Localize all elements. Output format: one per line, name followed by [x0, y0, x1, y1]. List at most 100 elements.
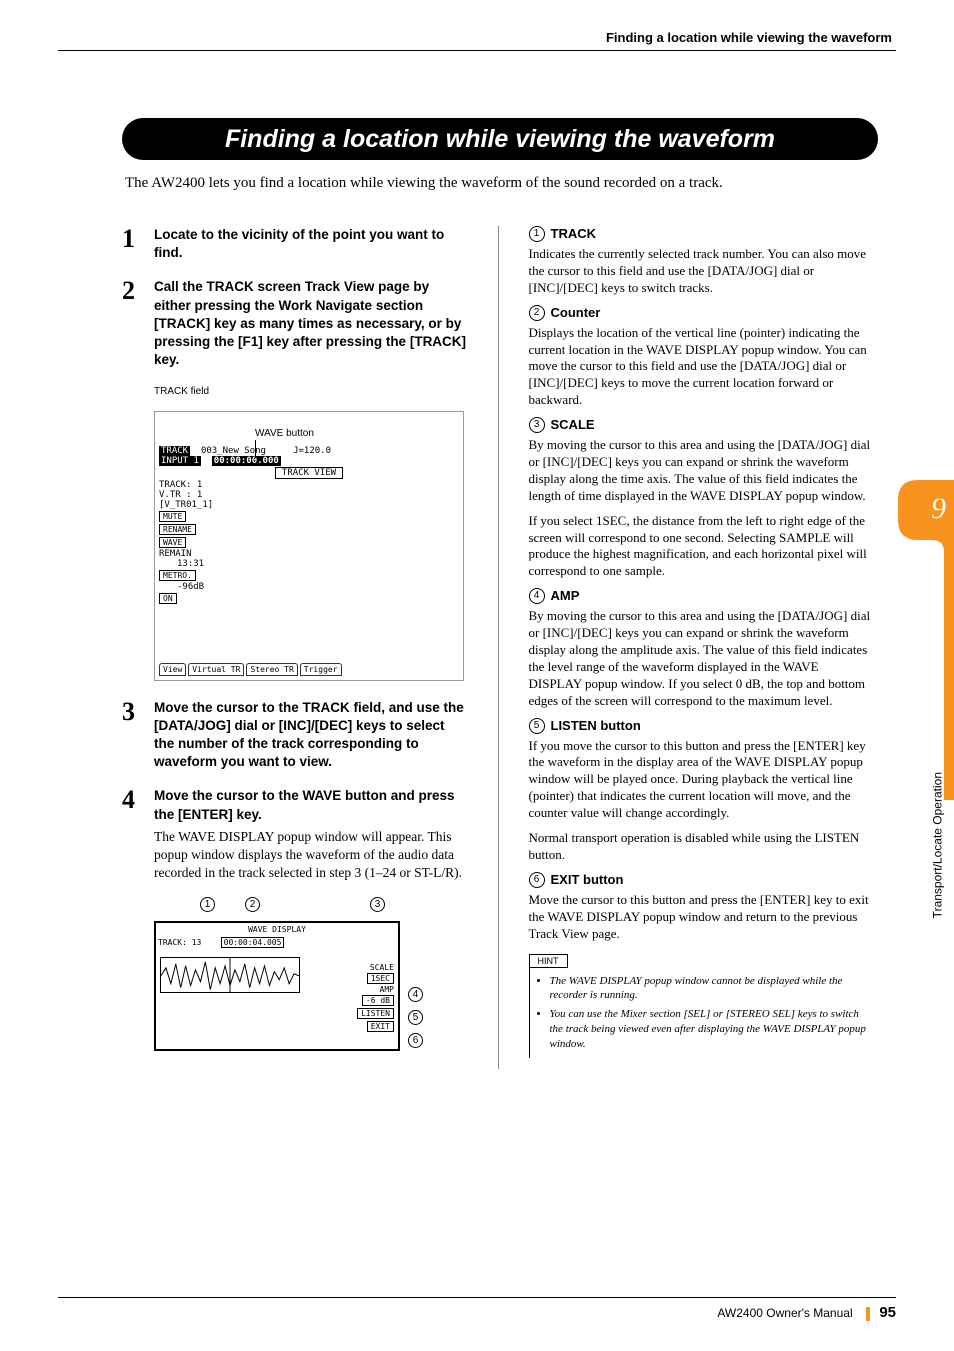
hint-box: HINT The WAVE DISPLAY popup window canno…: [529, 951, 875, 1058]
chapter-text: Transport/Locate Operation: [930, 772, 944, 918]
callout-6: 6: [408, 1033, 423, 1048]
tab-stereo-tr: Stereo TR: [246, 663, 297, 676]
tab-virtual-tr: Virtual TR: [188, 663, 244, 676]
scale-value: 1SEC: [367, 973, 394, 984]
item-number: 4: [529, 588, 545, 604]
left-column: 1 Locate to the vicinity of the point yo…: [122, 226, 468, 1069]
step-number: 2: [122, 278, 144, 369]
db-readout: -96dB: [177, 582, 459, 592]
item-1: 1 TRACK: [529, 226, 875, 242]
item-number: 5: [529, 718, 545, 734]
tab-trigger: Trigger: [300, 663, 342, 676]
metro-button: METRO.: [159, 570, 196, 581]
item-title: TRACK: [551, 226, 597, 242]
vtr-name: [V_TR01_1]: [159, 500, 459, 510]
intro-text: The AW2400 lets you find a location whil…: [125, 173, 874, 193]
step-heading: Move the cursor to the TRACK field, and …: [154, 699, 468, 772]
section-title-bar: Finding a location while viewing the wav…: [122, 118, 878, 160]
page-number: 95: [879, 1304, 896, 1321]
footer-accent: [866, 1307, 870, 1321]
remain-time: 13:31: [177, 559, 459, 569]
waveform-area: [160, 957, 300, 993]
item-title: EXIT button: [551, 872, 624, 888]
listen-button: LISTEN: [357, 1008, 394, 1019]
item-3: 3 SCALE: [529, 417, 875, 433]
wave-display-figure: 1 2 3 4 5 6 WAVE DISPLAY TRACK: 13 00:00…: [154, 899, 454, 1069]
item-title: Counter: [551, 305, 601, 321]
step-number: 3: [122, 699, 144, 772]
item-body: Indicates the currently selected track n…: [529, 246, 875, 297]
step-1: 1 Locate to the vicinity of the point yo…: [122, 226, 468, 262]
popup-title: WAVE DISPLAY: [248, 925, 306, 934]
section-title: Finding a location while viewing the wav…: [225, 125, 775, 154]
manual-name: AW2400 Owner's Manual: [717, 1306, 852, 1320]
remain-label: REMAIN: [159, 549, 459, 559]
wave-button: WAVE: [159, 537, 186, 548]
callout-3: 3: [370, 897, 385, 912]
on-button: ON: [159, 593, 177, 604]
item-2: 2 Counter: [529, 305, 875, 321]
input-box: INPUT 1: [159, 456, 201, 466]
callout-line: [255, 440, 256, 458]
track-field: TRACK: 1: [159, 480, 459, 490]
wave-button-label: WAVE button: [255, 428, 314, 439]
header-rule: [58, 50, 896, 51]
amp-value: -6 dB: [362, 995, 394, 1006]
item-number: 2: [529, 305, 545, 321]
scale-label: SCALE: [357, 963, 394, 972]
step-body: The WAVE DISPLAY popup window will appea…: [154, 828, 468, 883]
footer: AW2400 Owner's Manual 95: [58, 1297, 896, 1321]
popup-track: TRACK: 13: [158, 938, 201, 947]
track-field-label: TRACK field: [154, 386, 468, 397]
item-body: If you move the cursor to this button an…: [529, 738, 875, 822]
item-body: By moving the cursor to this area and us…: [529, 608, 875, 709]
track-title-box: TRACK: [159, 446, 190, 456]
step-2: 2 Call the TRACK screen Track View page …: [122, 278, 468, 369]
item-title: SCALE: [551, 417, 595, 433]
item-body: Move the cursor to this button and press…: [529, 892, 875, 943]
step-3: 3 Move the cursor to the TRACK field, an…: [122, 699, 468, 772]
vtr-field: V.TR : 1: [159, 490, 459, 500]
item-number: 1: [529, 226, 545, 242]
item-body: Displays the location of the vertical li…: [529, 325, 875, 409]
hint-item: You can use the Mixer section [SEL] or […: [550, 1007, 869, 1052]
item-number: 3: [529, 417, 545, 433]
callout-5: 5: [408, 1010, 423, 1025]
item-6: 6 EXIT button: [529, 872, 875, 888]
item-body: Normal transport operation is disabled w…: [529, 830, 875, 864]
counter: 00:00:00.000: [212, 456, 281, 466]
exit-button: EXIT: [367, 1021, 394, 1032]
chapter-number: 9: [931, 492, 946, 526]
right-column: 1 TRACK Indicates the currently selected…: [529, 226, 875, 1069]
mute-button: MUTE: [159, 511, 186, 522]
step-heading: Move the cursor to the WAVE button and p…: [154, 787, 468, 823]
callout-4: 4: [408, 987, 423, 1002]
item-number: 6: [529, 872, 545, 888]
step-heading: Call the TRACK screen Track View page by…: [154, 278, 468, 369]
column-divider: [498, 226, 499, 1069]
item-body: If you select 1SEC, the distance from th…: [529, 513, 875, 581]
callout-1: 1: [200, 897, 215, 912]
track-view-screenshot: WAVE button TRACK 003_New Song J=120.0 I…: [154, 411, 464, 681]
running-header: Finding a location while viewing the wav…: [606, 30, 892, 45]
section-label: TRACK VIEW: [275, 467, 343, 479]
hint-label: HINT: [529, 954, 568, 968]
hint-item: The WAVE DISPLAY popup window cannot be …: [550, 974, 869, 1004]
item-4: 4 AMP: [529, 588, 875, 604]
wave-display-popup: WAVE DISPLAY TRACK: 13 00:00:04.005 SCAL…: [154, 921, 400, 1051]
step-4: 4 Move the cursor to the WAVE button and…: [122, 787, 468, 882]
tab-view: View: [159, 663, 186, 676]
item-body: By moving the cursor to this area and us…: [529, 437, 875, 505]
rename-button: RENAME: [159, 524, 196, 535]
step-heading: Locate to the vicinity of the point you …: [154, 226, 468, 262]
step-number: 1: [122, 226, 144, 262]
item-title: AMP: [551, 588, 580, 604]
song-name: 003_New Song: [201, 446, 266, 456]
popup-counter: 00:00:04.005: [221, 937, 285, 948]
callout-2: 2: [245, 897, 260, 912]
chapter-tab: 9 Transport/Locate Operation: [898, 480, 954, 800]
step-number: 4: [122, 787, 144, 882]
item-5: 5 LISTEN button: [529, 718, 875, 734]
amp-label: AMP: [357, 985, 394, 994]
item-title: LISTEN button: [551, 718, 641, 734]
